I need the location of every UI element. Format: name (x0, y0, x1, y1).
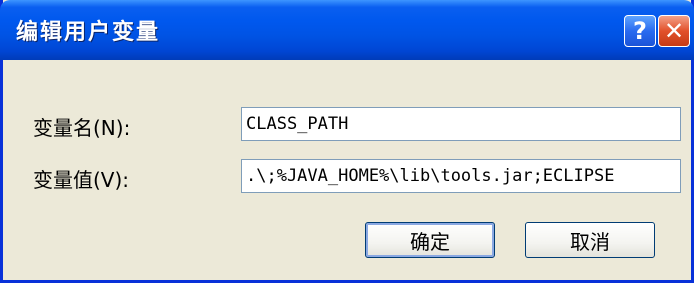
close-icon: ✕ (663, 17, 685, 45)
variable-name-input[interactable]: CLASS_PATH (241, 107, 681, 141)
edit-user-variable-dialog: 编辑用户变量 ? ✕ 变量名(N): CLASS_PATH 变量值(V): .\… (0, 0, 694, 283)
title-bar[interactable]: 编辑用户变量 ? ✕ (0, 0, 694, 60)
dialog-title: 编辑用户变量 (16, 20, 161, 45)
variable-name-label: 变量名(N): (33, 116, 131, 140)
close-button[interactable]: ✕ (658, 15, 690, 47)
help-button[interactable]: ? (624, 15, 656, 47)
help-icon: ? (633, 17, 647, 45)
cancel-button[interactable]: 取消 (525, 222, 655, 258)
ok-button[interactable]: 确定 (365, 222, 495, 258)
cancel-button-label: 取消 (570, 229, 610, 254)
ok-button-label: 确定 (410, 229, 450, 254)
variable-value-label: 变量值(V): (33, 168, 130, 192)
variable-value-input[interactable]: .\;%JAVA_HOME%\lib\tools.jar;ECLIPSE (241, 159, 681, 193)
